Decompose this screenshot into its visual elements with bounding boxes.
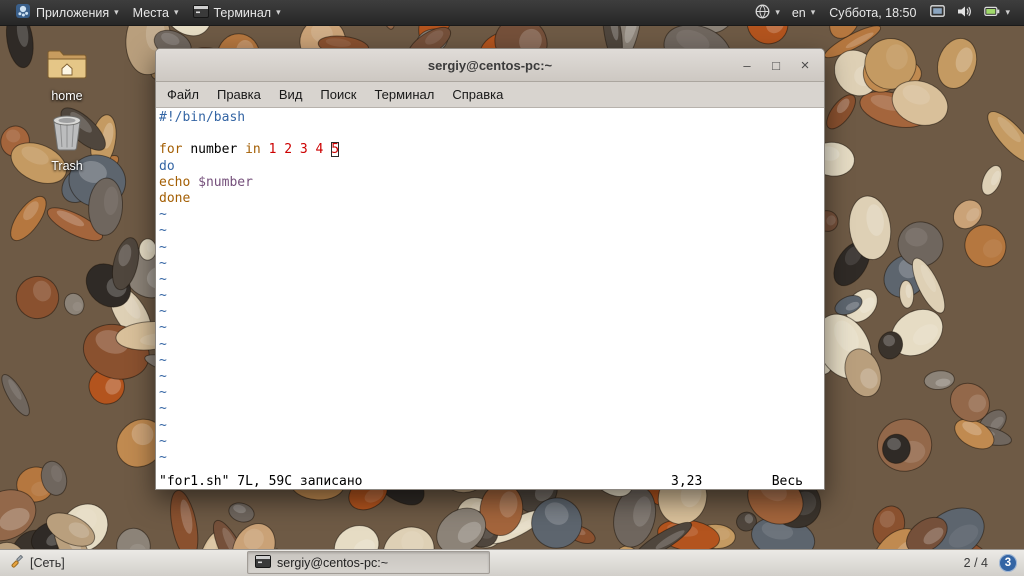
taskbar-item-terminal[interactable]: sergiy@centos-pc:~ — [247, 551, 490, 574]
places-menu[interactable]: Места ▾ — [126, 0, 186, 25]
notification-badge[interactable]: 3 — [999, 554, 1017, 572]
terminal-menu-label: Терминал — [214, 6, 272, 20]
tilde-line: ~ — [159, 207, 822, 223]
tilde-line: ~ — [159, 385, 822, 401]
bottom-panel: [Сеть] sergiy@centos-pc:~ 2 / 4 3 — [0, 549, 1024, 576]
home-folder-icon — [46, 46, 88, 87]
language-switcher[interactable]: en ▾ — [786, 0, 821, 25]
code-line: #!/bin/bash — [159, 110, 822, 126]
applications-label: Приложения — [36, 6, 109, 20]
window-title: sergiy@centos-pc:~ — [156, 58, 824, 73]
language-label: en — [792, 6, 806, 20]
panel-status-area: ▾ en ▾ Суббота, 18:50 ▾ — [749, 0, 1016, 25]
workspace-switcher[interactable]: 2 / 4 — [964, 556, 988, 570]
code-line: do — [159, 159, 822, 175]
bottom-panel-right: 2 / 4 3 — [964, 550, 1017, 576]
applications-menu[interactable]: Приложения ▾ — [8, 0, 126, 25]
code-token: $number — [198, 175, 253, 190]
code-token: number — [190, 142, 245, 157]
code-line: echo $number — [159, 175, 822, 191]
caret-down-icon: ▾ — [775, 8, 780, 17]
display-indicator[interactable] — [924, 0, 951, 25]
menu-item-file[interactable]: Файл — [158, 83, 208, 106]
desktop: Приложения ▾ Места ▾ Терминал ▾ ▾ en ▾ — [0, 0, 1024, 576]
menu-item-help[interactable]: Справка — [443, 83, 512, 106]
caret-down-icon: ▾ — [114, 8, 119, 17]
code-token: done — [159, 191, 190, 206]
terminal-window: sergiy@centos-pc:~ – □ × ФайлПравкаВидПо… — [155, 48, 825, 490]
volume-indicator[interactable] — [951, 0, 978, 25]
places-label: Места — [133, 6, 169, 20]
globe-indicator[interactable]: ▾ — [749, 0, 786, 25]
tilde-line: ~ — [159, 401, 822, 417]
globe-icon — [755, 4, 770, 22]
tool-icon — [10, 555, 24, 572]
desktop-icon-trash[interactable]: Trash — [36, 114, 98, 173]
tilde-line: ~ — [159, 320, 822, 336]
volume-icon — [957, 5, 972, 21]
vim-status-position: 3,23 — [671, 474, 702, 489]
battery-icon — [984, 6, 1000, 20]
trash-icon — [51, 114, 83, 157]
minimize-button[interactable]: – — [740, 59, 754, 72]
code-token: in — [245, 142, 268, 157]
tilde-line: ~ — [159, 418, 822, 434]
menu-item-edit[interactable]: Правка — [208, 83, 270, 106]
maximize-button[interactable]: □ — [769, 59, 783, 72]
terminal-app-menu[interactable]: Терминал ▾ — [186, 0, 288, 25]
close-button[interactable]: × — [798, 58, 812, 73]
vim-status-scroll: Весь — [772, 474, 803, 489]
tilde-line: ~ — [159, 223, 822, 239]
code-line: done — [159, 191, 822, 207]
top-panel: Приложения ▾ Места ▾ Терминал ▾ ▾ en ▾ — [0, 0, 1024, 26]
display-icon — [930, 5, 945, 20]
tilde-line: ~ — [159, 353, 822, 369]
menu-item-terminal[interactable]: Терминал — [365, 83, 443, 106]
code-token: echo — [159, 175, 198, 190]
vim-status-file: "for1.sh" 7L, 59C записано — [159, 474, 363, 489]
window-menubar: ФайлПравкаВидПоискТерминалСправка — [156, 82, 824, 108]
desktop-icon-label: Trash — [36, 159, 98, 173]
editor-code: #!/bin/bash for number in 1 2 3 4 5doech… — [156, 108, 824, 466]
tilde-line: ~ — [159, 240, 822, 256]
terminal-content[interactable]: #!/bin/bash for number in 1 2 3 4 5doech… — [156, 108, 824, 490]
vim-cursor: 5 — [331, 142, 339, 157]
menu-item-search[interactable]: Поиск — [311, 83, 365, 106]
code-token: do — [159, 159, 175, 174]
network-label: [Сеть] — [30, 556, 65, 570]
taskbar-item-label: sergiy@centos-pc:~ — [277, 556, 388, 570]
terminal-icon — [193, 5, 209, 21]
tilde-line: ~ — [159, 272, 822, 288]
desktop-icon-home[interactable]: home — [36, 46, 98, 103]
tilde-line: ~ — [159, 369, 822, 385]
tilde-line: ~ — [159, 304, 822, 320]
terminal-icon — [255, 555, 271, 571]
code-token: 1 2 3 4 — [269, 142, 332, 157]
network-status[interactable]: [Сеть] — [6, 550, 69, 576]
applications-icon — [15, 3, 31, 22]
code-token: #!/bin/bash — [159, 110, 245, 125]
caret-down-icon: ▾ — [811, 8, 816, 17]
code-line: for number in 1 2 3 4 5 — [159, 142, 822, 158]
vim-statusline: "for1.sh" 7L, 59C записано 3,23 Весь — [156, 472, 824, 489]
code-line — [159, 126, 822, 142]
menu-item-view[interactable]: Вид — [270, 83, 312, 106]
desktop-icon-label: home — [36, 89, 98, 103]
code-token: for — [159, 142, 190, 157]
tilde-line: ~ — [159, 450, 822, 466]
tilde-line: ~ — [159, 337, 822, 353]
tilde-line: ~ — [159, 288, 822, 304]
tilde-line: ~ — [159, 434, 822, 450]
tilde-line: ~ — [159, 256, 822, 272]
battery-indicator[interactable]: ▾ — [978, 0, 1016, 25]
clock[interactable]: Суббота, 18:50 — [821, 6, 924, 20]
caret-down-icon: ▾ — [276, 8, 281, 17]
window-titlebar[interactable]: sergiy@centos-pc:~ – □ × — [156, 49, 824, 82]
caret-down-icon: ▾ — [1005, 8, 1010, 17]
window-controls: – □ × — [740, 58, 824, 73]
caret-down-icon: ▾ — [174, 8, 179, 17]
